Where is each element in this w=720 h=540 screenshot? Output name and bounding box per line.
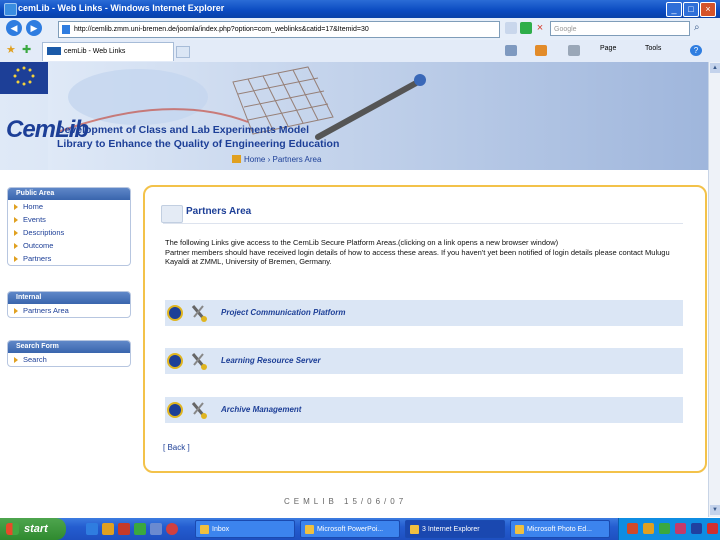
eu-stars-icon xyxy=(13,66,35,86)
home-icon[interactable] xyxy=(505,45,517,56)
section-icon xyxy=(161,205,183,223)
link-row[interactable]: Learning Resource Server xyxy=(165,348,683,374)
breadcrumb-separator: › xyxy=(267,155,271,164)
cemlib-badge-icon xyxy=(167,402,183,418)
maximize-button[interactable]: □ xyxy=(683,2,699,17)
back-arrow-icon[interactable]: ◀ xyxy=(6,20,22,36)
windows-logo-icon xyxy=(6,523,19,535)
app-quicklaunch-icon[interactable] xyxy=(150,523,162,535)
tray-icon[interactable] xyxy=(691,523,702,534)
refresh-icon[interactable] xyxy=(520,22,532,34)
search-icon[interactable]: ⌕ xyxy=(694,22,706,34)
start-label: start xyxy=(24,523,48,535)
sidebar-internal: Internal Partners Area xyxy=(7,291,131,318)
url-field[interactable]: http://cemlib.zmm.uni-bremen.de/joomla/i… xyxy=(58,21,500,38)
opera-quicklaunch-icon[interactable] xyxy=(166,523,178,535)
sidebar-item-partners-area[interactable]: Partners Area xyxy=(8,304,130,317)
scroll-up-icon[interactable]: ▲ xyxy=(710,63,720,73)
site-banner: CemLib Development of Class and Lab Expe… xyxy=(0,62,708,170)
folder-quicklaunch-icon[interactable] xyxy=(102,523,114,535)
link-row[interactable]: Project Communication Platform xyxy=(165,300,683,326)
start-button[interactable]: start xyxy=(0,518,66,540)
tray-icon[interactable] xyxy=(675,523,686,534)
tools-menu[interactable]: Tools xyxy=(645,45,661,52)
link-archive-management[interactable]: Archive Management xyxy=(221,405,301,414)
page-title: Partners Area xyxy=(186,206,252,217)
favorites-star-icon[interactable]: ★ xyxy=(6,44,18,56)
media-quicklaunch-icon[interactable] xyxy=(118,523,130,535)
system-tray xyxy=(618,518,720,540)
page-icon xyxy=(62,24,70,34)
close-button[interactable]: × xyxy=(700,2,716,17)
taskbar-button-photo-editor[interactable]: Microsoft Photo Ed... xyxy=(510,520,610,538)
project-title-line1: Development of Class and Lab Experiments… xyxy=(57,124,310,136)
taskbar-button-internet-explorer[interactable]: 3 Internet Explorer xyxy=(405,520,505,538)
sidebar-public-area: Public Area Home Events Descriptions Out… xyxy=(7,187,131,266)
sidebar-search-form: Search Form Search xyxy=(7,340,131,367)
page-menu[interactable]: Page xyxy=(600,45,616,52)
sidebar-heading: Internal xyxy=(8,292,130,304)
tray-icon[interactable] xyxy=(707,523,718,534)
sidebar-item-events[interactable]: Events xyxy=(8,213,130,226)
favicon-icon xyxy=(47,47,61,56)
tray-icon[interactable] xyxy=(643,523,654,534)
taskbar-button-powerpoint[interactable]: Microsoft PowerPoi... xyxy=(300,520,400,538)
sidebar-heading: Public Area xyxy=(8,188,130,200)
breadcrumb: Home › Partners Area xyxy=(232,155,321,164)
cemlib-badge-icon xyxy=(167,305,183,321)
new-tab-button[interactable] xyxy=(176,46,190,58)
banner-illustration xyxy=(48,62,708,170)
eu-flag-logo xyxy=(0,62,48,94)
cemlib-badge-icon xyxy=(167,353,183,369)
window-title-bar: cemLib - Web Links - Windows Internet Ex… xyxy=(0,0,720,18)
window-title: cemLib - Web Links - Windows Internet Ex… xyxy=(18,3,225,13)
compatibility-icon[interactable] xyxy=(505,22,517,34)
url-text: http://cemlib.zmm.uni-bremen.de/joomla/i… xyxy=(74,26,369,33)
breadcrumb-current: Partners Area xyxy=(272,155,322,164)
back-link[interactable]: [ Back ] xyxy=(163,443,190,452)
sidebar-heading: Search Form xyxy=(8,341,130,353)
feeds-icon[interactable] xyxy=(535,45,547,56)
breadcrumb-home[interactable]: Home xyxy=(244,155,265,164)
link-project-communication-platform[interactable]: Project Communication Platform xyxy=(221,308,345,317)
tools-icon xyxy=(191,305,207,322)
tools-icon xyxy=(191,353,207,370)
help-icon[interactable]: ? xyxy=(690,45,702,56)
partners-area-panel: Partners Area The following Links give a… xyxy=(143,185,707,473)
tab-bar: ★ ✚ cemLib - Web Links Page Tools ? xyxy=(0,40,720,63)
tab-cemlib-web-links[interactable]: cemLib - Web Links xyxy=(42,42,174,61)
footer-text: CEMLIB 15/06/07 xyxy=(284,497,408,506)
desktop-quicklaunch-icon[interactable] xyxy=(134,523,146,535)
login-notice: Partner members should have received log… xyxy=(165,247,670,267)
tools-icon xyxy=(191,402,207,419)
ie-icon xyxy=(4,3,17,16)
intro-paragraph: The following Links give access to the C… xyxy=(165,238,559,247)
sidebar-item-outcome[interactable]: Outcome xyxy=(8,239,130,252)
taskbar-button-inbox[interactable]: Inbox xyxy=(195,520,295,538)
taskbar: start Inbox Microsoft PowerPoi... 3 Inte… xyxy=(0,518,720,540)
sidebar-item-search[interactable]: Search xyxy=(8,353,130,366)
search-input[interactable]: Google xyxy=(550,21,690,36)
link-row[interactable]: Archive Management xyxy=(165,397,683,423)
address-bar: ◀ ▶ http://cemlib.zmm.uni-bremen.de/joom… xyxy=(0,18,720,41)
title-divider xyxy=(163,223,683,224)
sidebar-item-partners[interactable]: Partners xyxy=(8,252,130,265)
tab-label: cemLib - Web Links xyxy=(64,48,126,55)
print-icon[interactable] xyxy=(568,45,580,56)
intro-text: The following Links give access to the C… xyxy=(165,238,687,267)
add-favorite-icon[interactable]: ✚ xyxy=(22,44,34,56)
ie-quicklaunch-icon[interactable] xyxy=(86,523,98,535)
vertical-scrollbar[interactable]: ▲ ▼ xyxy=(708,62,720,517)
stop-icon[interactable]: × xyxy=(534,22,546,34)
home-icon xyxy=(232,155,241,163)
minimize-button[interactable]: _ xyxy=(666,2,682,17)
sidebar-item-descriptions[interactable]: Descriptions xyxy=(8,226,130,239)
link-learning-resource-server[interactable]: Learning Resource Server xyxy=(221,356,321,365)
tray-icon[interactable] xyxy=(659,523,670,534)
scroll-down-icon[interactable]: ▼ xyxy=(710,505,720,515)
project-title-line2: Library to Enhance the Quality of Engine… xyxy=(57,138,340,150)
sidebar-item-home[interactable]: Home xyxy=(8,200,130,213)
forward-arrow-icon[interactable]: ▶ xyxy=(26,20,42,36)
tray-icon[interactable] xyxy=(627,523,638,534)
